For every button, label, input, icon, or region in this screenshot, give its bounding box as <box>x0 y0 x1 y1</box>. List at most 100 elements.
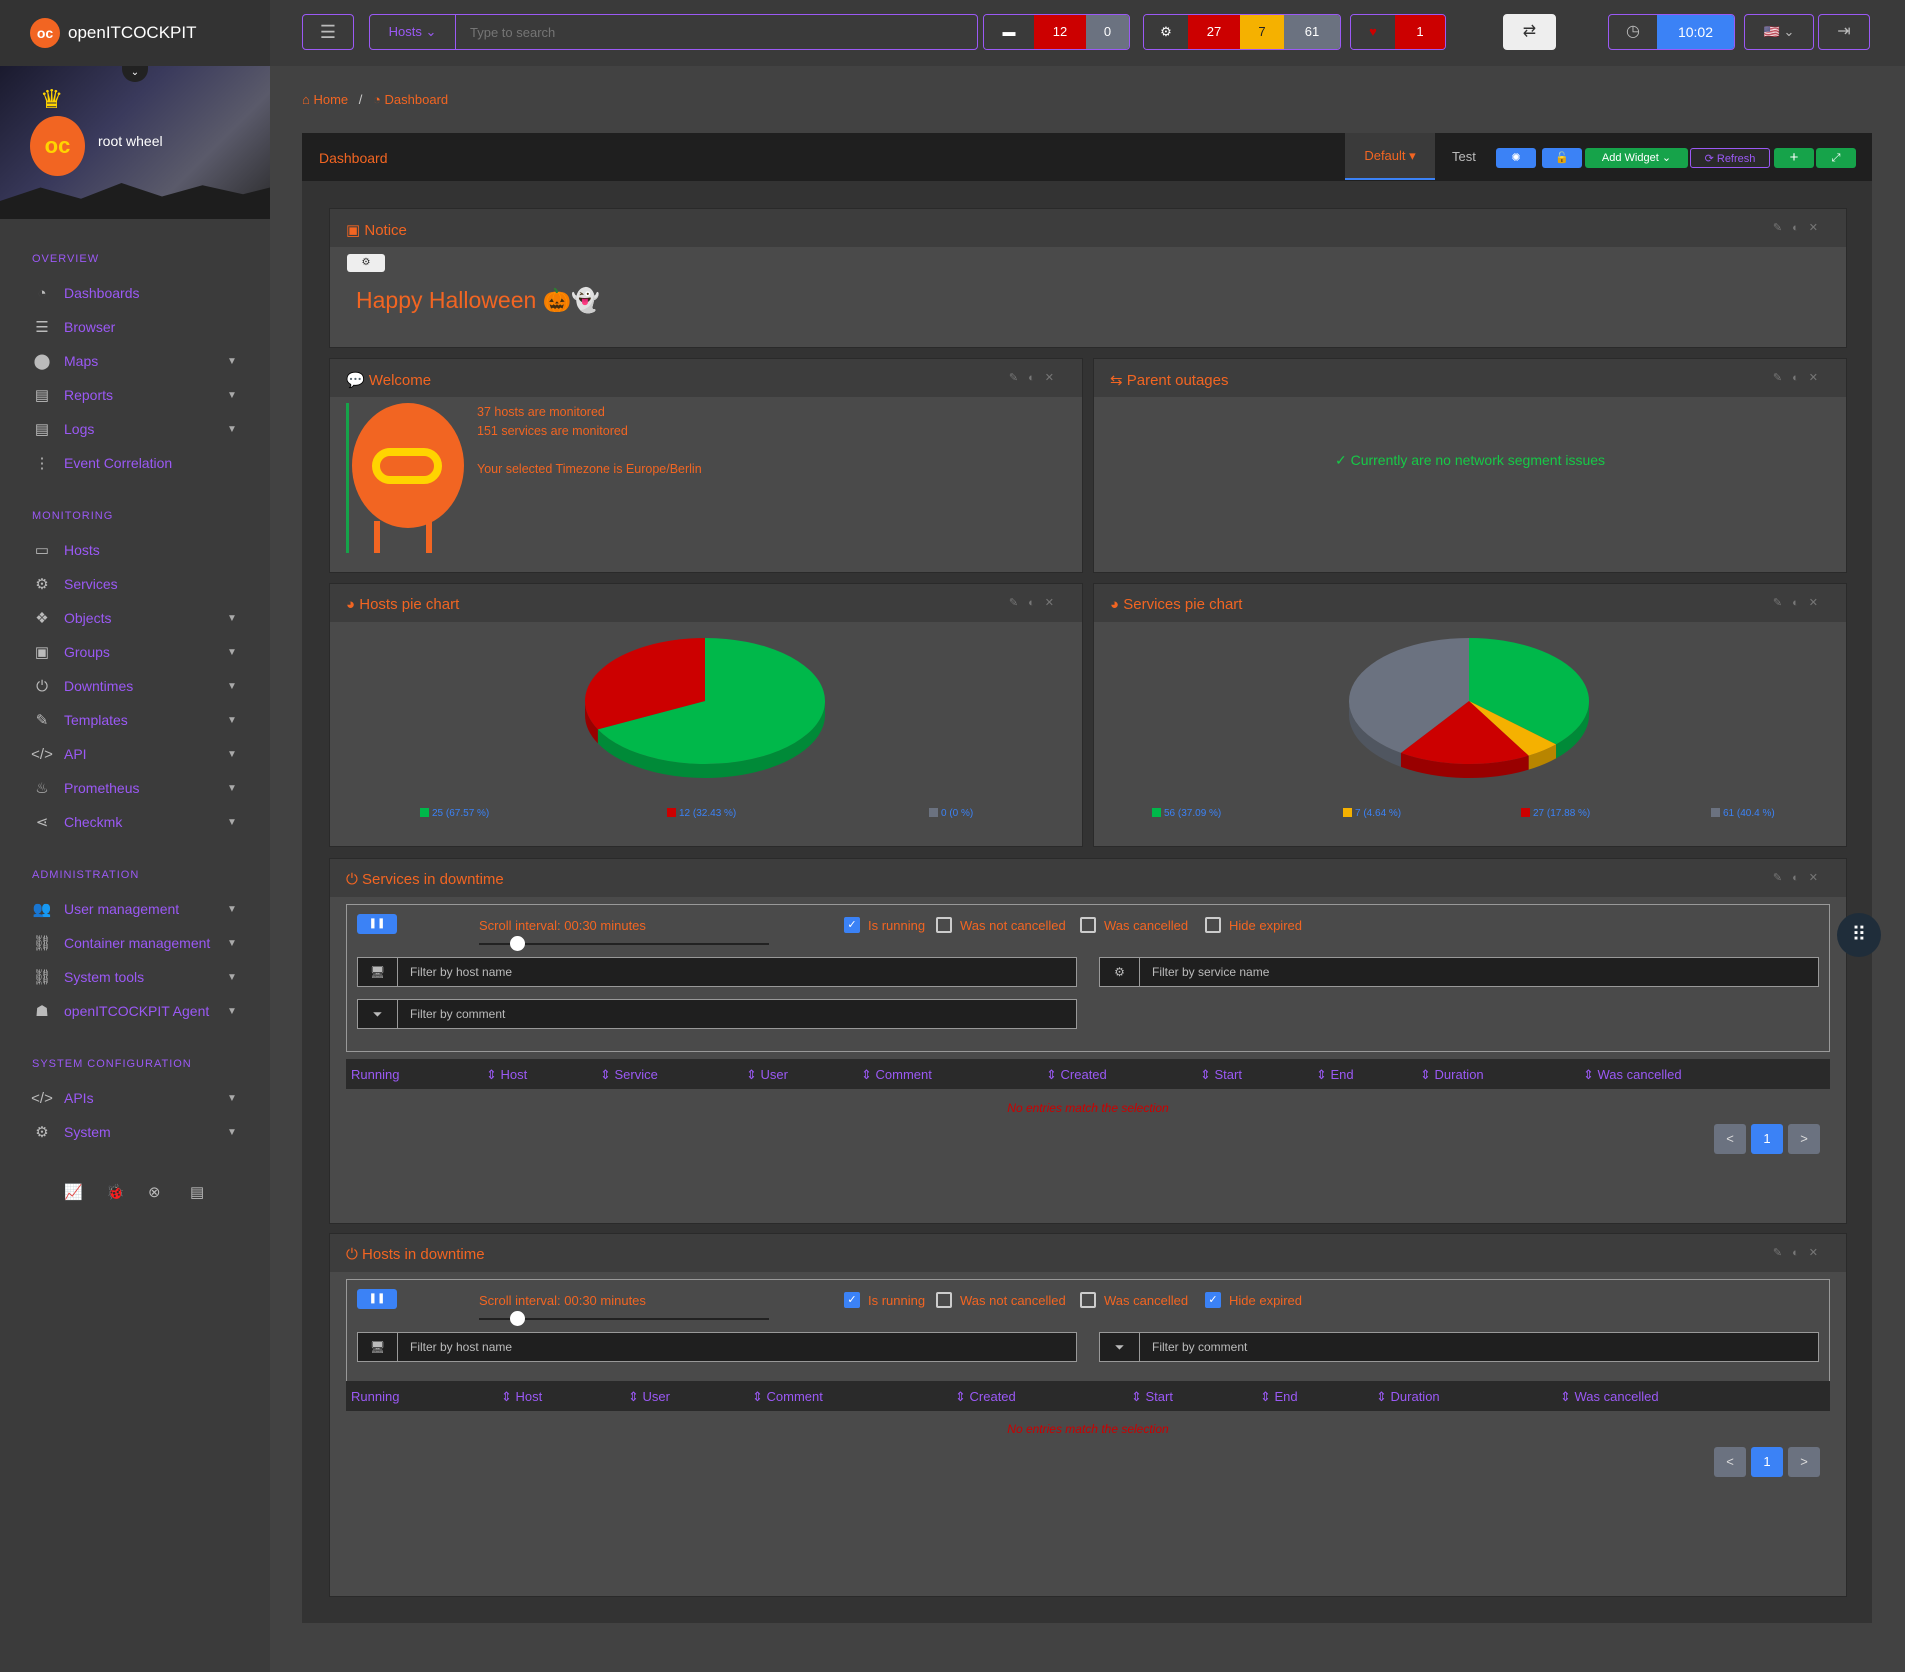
prev-page-button[interactable]: < <box>1714 1124 1746 1154</box>
checkbox-checked-icon[interactable]: ✓ <box>844 1292 860 1308</box>
sidebar-item-openitcockpit-agent[interactable]: ☗ openITCOCKPIT Agent ▼ <box>0 994 270 1028</box>
logout-button[interactable]: ⇥ <box>1818 14 1870 50</box>
widget-tools[interactable]: ✎◐✕ <box>1009 371 1064 384</box>
sidebar-item-system[interactable]: ⚙ System ▼ <box>0 1115 270 1149</box>
scroll-interval-slider[interactable] <box>479 936 769 951</box>
sidebar-item-groups[interactable]: ▣ Groups ▼ <box>0 635 270 669</box>
tab-test[interactable]: Test <box>1452 133 1476 181</box>
widget-header[interactable]: ◕ Services pie chart ✎◐✕ <box>1094 584 1846 622</box>
breadcrumb-home[interactable]: Home <box>313 92 348 107</box>
filter-comment-input[interactable]: ⏷ Filter by comment <box>1099 1332 1819 1362</box>
next-page-button[interactable]: > <box>1788 1447 1820 1477</box>
add-tab-button[interactable]: + <box>1774 148 1814 168</box>
column-header-end[interactable]: ⇕ End <box>1260 1389 1298 1405</box>
slider-knob[interactable] <box>510 936 525 951</box>
search-type-select[interactable]: Hosts ⌄ <box>370 15 456 49</box>
widget-header[interactable]: ⏻ Services in downtime ✎◐✕ <box>330 859 1846 897</box>
legend-entry[interactable]: 27 (17.88 %) <box>1521 808 1590 819</box>
column-header-was-cancelled[interactable]: ⇕ Was cancelled <box>1583 1067 1682 1083</box>
sidebar-item-system-tools[interactable]: ⛓ System tools ▼ <box>0 960 270 994</box>
legend-entry[interactable]: 7 (4.64 %) <box>1343 808 1401 819</box>
page-1-button[interactable]: 1 <box>1751 1447 1783 1477</box>
services-warning-count[interactable]: 7 <box>1240 15 1284 49</box>
checkbox-was-cancelled[interactable]: Was cancelled <box>1080 917 1188 933</box>
add-widget-button[interactable]: Add Widget ⌄ <box>1585 148 1688 168</box>
sync-button[interactable]: ⇄ <box>1503 14 1556 50</box>
filter-comment-input[interactable]: ⏷ Filter by comment <box>357 999 1077 1029</box>
legend-entry[interactable]: 25 (67.57 %) <box>420 808 489 819</box>
widget-header[interactable]: ▣ Notice ✎◐✕ <box>330 209 1846 247</box>
column-header-created[interactable]: ⇕ Created <box>1046 1067 1107 1083</box>
column-header-was-cancelled[interactable]: ⇕ Was cancelled <box>1560 1389 1659 1405</box>
avatar[interactable]: oc <box>30 116 85 176</box>
widget-header[interactable]: ⏻ Hosts in downtime ✎◐✕ <box>330 1234 1846 1272</box>
checkbox-is-running[interactable]: ✓ Is running <box>844 1292 925 1308</box>
cve-count[interactable]: 1 <box>1395 15 1445 49</box>
column-header-host[interactable]: ⇕ Host <box>501 1389 542 1405</box>
search-input[interactable] <box>456 15 977 49</box>
checkbox-checked-icon[interactable]: ✓ <box>1205 1292 1221 1308</box>
pause-button[interactable]: ❚❚ <box>357 1289 397 1309</box>
fullscreen-button[interactable]: ⤢ <box>1816 148 1856 168</box>
page-1-button[interactable]: 1 <box>1751 1124 1783 1154</box>
sidebar-item-container-management[interactable]: ⛓ Container management ▼ <box>0 926 270 960</box>
sidebar-item-browser[interactable]: ☰ Browser <box>0 310 270 344</box>
legend-entry[interactable]: 12 (32.43 %) <box>667 808 736 819</box>
checkbox-empty-icon[interactable] <box>936 1292 952 1308</box>
sidebar-item-reports[interactable]: ▤ Reports ▼ <box>0 378 270 412</box>
sidebar-item-maps[interactable]: ⬤ Maps ▼ <box>0 344 270 378</box>
service-status-summary[interactable]: ⚙ 27 7 61 <box>1143 14 1341 50</box>
language-select[interactable]: 🇺🇸 ⌄ <box>1744 14 1814 50</box>
book-icon[interactable]: ▤ <box>190 1183 232 1201</box>
refresh-button[interactable]: ⟳ Refresh <box>1690 148 1770 168</box>
bug-icon[interactable]: 🐞 <box>106 1183 148 1201</box>
chart-icon[interactable]: 📈 <box>64 1183 106 1201</box>
next-page-button[interactable]: > <box>1788 1124 1820 1154</box>
sidebar-item-templates[interactable]: ✎ Templates ▼ <box>0 703 270 737</box>
legend-entry[interactable]: 0 (0 %) <box>929 808 973 819</box>
sidebar-item-api[interactable]: </> API ▼ <box>0 737 270 771</box>
sidebar-item-apis[interactable]: </> APIs ▼ <box>0 1081 270 1115</box>
pause-button[interactable]: ❚❚ <box>357 914 397 934</box>
legend-entry[interactable]: 56 (37.09 %) <box>1152 808 1221 819</box>
checkbox-is-running[interactable]: ✓ Is running <box>844 917 925 933</box>
checkbox-was-not-cancelled[interactable]: Was not cancelled <box>936 917 1066 933</box>
menu-toggle-button[interactable]: ☰ <box>302 14 354 50</box>
column-header-running[interactable]: Running <box>351 1067 399 1082</box>
sidebar-item-prometheus[interactable]: ♨ Prometheus ▼ <box>0 771 270 805</box>
sidebar-item-services[interactable]: ⚙ Services <box>0 567 270 601</box>
column-header-user[interactable]: ⇕ User <box>746 1067 788 1083</box>
checkbox-hide-expired[interactable]: Hide expired <box>1205 917 1302 933</box>
column-header-created[interactable]: ⇕ Created <box>955 1389 1016 1405</box>
column-header-duration[interactable]: ⇕ Duration <box>1376 1389 1440 1405</box>
widget-tools[interactable]: ✎◐✕ <box>1773 871 1828 884</box>
column-header-duration[interactable]: ⇕ Duration <box>1420 1067 1484 1083</box>
profile-toggle-chevron-icon[interactable]: ⌄ <box>122 66 148 82</box>
column-header-start[interactable]: ⇕ Start <box>1200 1067 1242 1083</box>
column-header-user[interactable]: ⇕ User <box>628 1389 670 1405</box>
checkbox-was-cancelled[interactable]: Was cancelled <box>1080 1292 1188 1308</box>
column-header-comment[interactable]: ⇕ Comment <box>861 1067 932 1083</box>
brand[interactable]: oc openITCOCKPIT <box>0 0 270 66</box>
checkbox-empty-icon[interactable] <box>936 917 952 933</box>
slider-knob[interactable] <box>510 1311 525 1326</box>
column-header-service[interactable]: ⇕ Service <box>600 1067 658 1083</box>
sidebar-item-downtimes[interactable]: ⏻ Downtimes ▼ <box>0 669 270 703</box>
tab-default[interactable]: Default ▾ <box>1345 133 1435 180</box>
widget-header[interactable]: ◕ Hosts pie chart ✎◐✕ <box>330 584 1082 622</box>
auto-refresh-button[interactable]: ✺ <box>1496 148 1536 168</box>
filter-service-input[interactable]: ⚙ Filter by service name <box>1099 957 1819 987</box>
widget-tools[interactable]: ✎◐✕ <box>1773 596 1828 609</box>
host-status-summary[interactable]: ▬ 12 0 <box>983 14 1130 50</box>
column-header-start[interactable]: ⇕ Start <box>1131 1389 1173 1405</box>
widget-header[interactable]: 💬 Welcome ✎◐✕ <box>330 359 1082 397</box>
widget-header[interactable]: ⇆ Parent outages ✎◐✕ <box>1094 359 1846 397</box>
server-clock[interactable]: ◷ 10:02 <box>1608 14 1735 50</box>
checkbox-was-not-cancelled[interactable]: Was not cancelled <box>936 1292 1066 1308</box>
widget-tools[interactable]: ✎◐✕ <box>1773 221 1828 234</box>
checkbox-empty-icon[interactable] <box>1205 917 1221 933</box>
hosts-down-count[interactable]: 12 <box>1034 15 1086 49</box>
sidebar-item-dashboards[interactable]: ◔ Dashboards <box>0 276 270 310</box>
prev-page-button[interactable]: < <box>1714 1447 1746 1477</box>
services-unknown-count[interactable]: 61 <box>1284 15 1340 49</box>
